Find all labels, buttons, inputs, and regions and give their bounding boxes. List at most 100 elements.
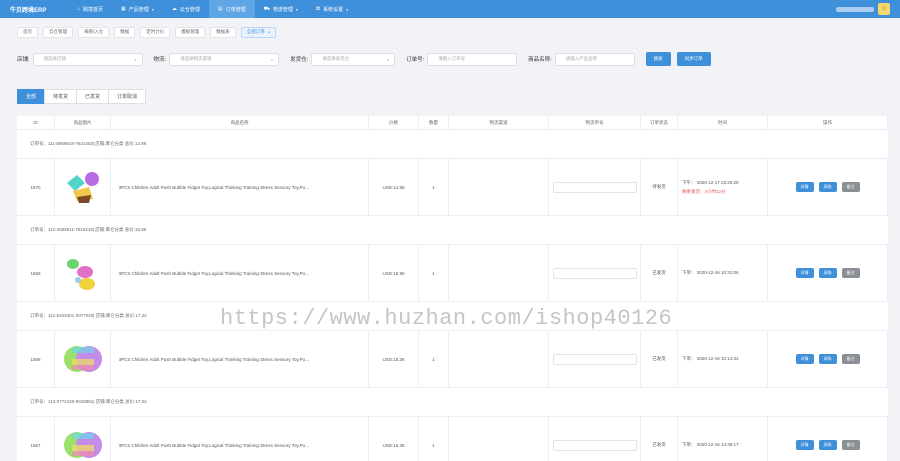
logistics-filter-label: 物流: [153,57,167,63]
nav-item-3[interactable]: ▤ 订单管理 [208,0,255,18]
purchase-button[interactable]: 采购 [818,354,837,364]
table-row[interactable]: 1568 3PCS Children Adult Push Bubble Fidg… [17,331,888,387]
warehouse-filter-label: 发货仓: [290,57,309,63]
column-header: 价格 [369,116,419,129]
app-brand[interactable]: 牛贝跨境ERP [10,5,46,14]
logistics-select[interactable]: 请选择物流渠道 ▾ [169,52,280,66]
tracking-number-input[interactable] [552,439,637,451]
remark-button[interactable]: 备注 [841,182,860,192]
nav-item-label: 云仓管理 [179,6,200,13]
tracking-number-cell [549,159,641,215]
remark-button[interactable]: 备注 [841,268,860,278]
page-tab-3[interactable]: 数据 [114,26,136,38]
nav-item-label: 订单管理 [225,6,246,13]
purchase-button[interactable]: 采购 [818,268,837,278]
page-tab-0[interactable]: 首页 [17,26,38,38]
purchase-button[interactable]: 采购 [818,440,837,450]
table-header: ID 商品图片 商品名称 价格 数量 物流渠道 物流单号 订单状态 时间 操作 [17,116,888,130]
chevron-down-icon: ▾ [151,6,154,12]
cloud-icon: ☁ [171,6,177,12]
quantity-cell: 1 [419,331,449,387]
user-avatar[interactable]: ☺ [878,3,890,15]
actions-cell: 详情 采购 备注 [768,417,888,461]
product-name-link[interactable]: 3PCS Children Adult Push Bubble Fidget T… [119,185,367,190]
tracking-number-cell [549,417,641,461]
column-header: 物流渠道 [449,116,549,129]
table-row[interactable]: 1569 3PCS Children Adult Push Bubble Fidg… [17,245,888,301]
remark-button[interactable]: 备注 [841,440,860,450]
nav-item-0[interactable]: ⌂ 跨境首页 [68,0,112,18]
page-tab-1[interactable]: 云仓管理 [43,26,73,38]
tracking-number-cell [549,331,641,387]
gear-icon: ✿ [315,6,321,12]
product-image[interactable] [63,339,103,379]
quantity-cell: 1 [419,245,449,301]
table-row[interactable]: 1570 3PCS Children Adult Push Bubble Fidg… [17,159,888,215]
nav-item-5[interactable]: ✿ 系统设置 ▾ [307,0,357,18]
column-header: 时间 [678,116,768,129]
ship-deadline-warning: 剩余发货：4小时12分 [682,188,726,194]
tracking-number-input[interactable] [552,353,637,365]
page-tabs-bar: 首页 云仓管理 采购/入仓 数据 定时计价 模板管理 数据表 全部订单 × [0,18,900,46]
tracking-number-input[interactable] [552,267,637,279]
product-image[interactable] [63,167,103,207]
page-tab-2[interactable]: 采购/入仓 [78,26,110,38]
detail-button[interactable]: 详情 [795,440,814,450]
page-tab-7[interactable]: 全部订单 × [240,26,277,38]
close-icon[interactable]: × [268,30,271,35]
nav-item-4[interactable]: ⛟ 物流管理 ▾ [255,0,307,18]
column-header: 商品名称 [111,116,369,129]
order-no-input[interactable]: 请输入订单号 [427,52,518,66]
warehouse-select[interactable]: 请选择发货仓 ▾ [311,52,396,66]
page-tab-4[interactable]: 定时计价 [140,26,171,38]
status-tab-1[interactable]: 待发货 [44,89,78,104]
product-image[interactable] [63,253,103,293]
search-button[interactable]: 搜索 [645,52,671,66]
status-tab-3[interactable]: 订单取消 [108,89,147,104]
product-name-cell: 3PCS Children Adult Push Bubble Fidget T… [111,417,369,461]
product-name-input[interactable]: 请输入产品名称 [554,52,635,66]
page-tab-6[interactable]: 数据表 [210,26,236,38]
order-header: 订单号：112-4085811-7815218| 店铺:库仑分类 总价:15.9… [17,216,888,245]
order-status-cell: 已发货 [641,417,678,461]
page-tab-label: 全部订单 [246,29,265,34]
detail-button[interactable]: 详情 [795,268,814,278]
page-tab-label: 数据 [120,29,130,34]
page-tab-label: 采购/入仓 [84,29,104,34]
detail-button[interactable]: 详情 [795,354,814,364]
nav-item-label: 系统设置 [323,6,344,13]
product-name-link[interactable]: 3PCS Children Adult Push Bubble Fidget T… [119,357,367,362]
product-name-link[interactable]: 3PCS Children Adult Push Bubble Fidget T… [119,443,367,448]
purchase-button[interactable]: 采购 [818,182,837,192]
status-tab-0[interactable]: 全部 [17,89,46,104]
product-image-cell [55,331,111,387]
chevron-down-icon: ▾ [295,6,298,12]
status-tab-2[interactable]: 已发货 [76,89,110,104]
user-area: ☺ [836,3,890,15]
actions-cell: 详情 采购 备注 [768,159,888,215]
chevron-down-icon: ▾ [346,6,349,12]
order-no-placeholder: 请输入订单号 [438,56,466,61]
column-header: 物流单号 [549,116,641,129]
product-image[interactable] [63,425,103,461]
product-name-link[interactable]: 3PCS Children Adult Push Bubble Fidget T… [119,271,367,276]
page-tab-label: 数据表 [216,29,230,34]
detail-button[interactable]: 详情 [795,182,814,192]
page-tab-5[interactable]: 模板管理 [175,26,206,38]
page-tab-label: 模板管理 [181,29,200,34]
order-block: 订单号：111-5969818-7631403| 店铺:库仑分类 总价:14.9… [17,130,888,216]
tracking-number-input[interactable] [552,181,637,193]
sync-orders-button[interactable]: 同步订单 [676,52,711,66]
shop-select[interactable]: 请选择店铺 ▾ [32,52,143,66]
user-info-blurred[interactable] [836,6,874,12]
order-block: 订单号：112-4085811-7815218| 店铺:库仑分类 总价:15.9… [17,216,888,302]
price-cell: USD:15.36 [369,331,419,387]
nav-item-2[interactable]: ☁ 云仓管理 [163,0,209,18]
remark-button[interactable]: 备注 [841,354,860,364]
nav-item-1[interactable]: ▦ 产品管理 ▾ [112,0,163,18]
quantity-cell: 1 [419,159,449,215]
column-header: 商品图片 [55,116,111,129]
table-row[interactable]: 1567 3PCS Children Adult Push Bubble Fidg… [17,417,888,461]
cart-icon: ▤ [217,6,223,12]
watermark-text: https://www.huzhan.com/ishop40126 [220,306,673,331]
